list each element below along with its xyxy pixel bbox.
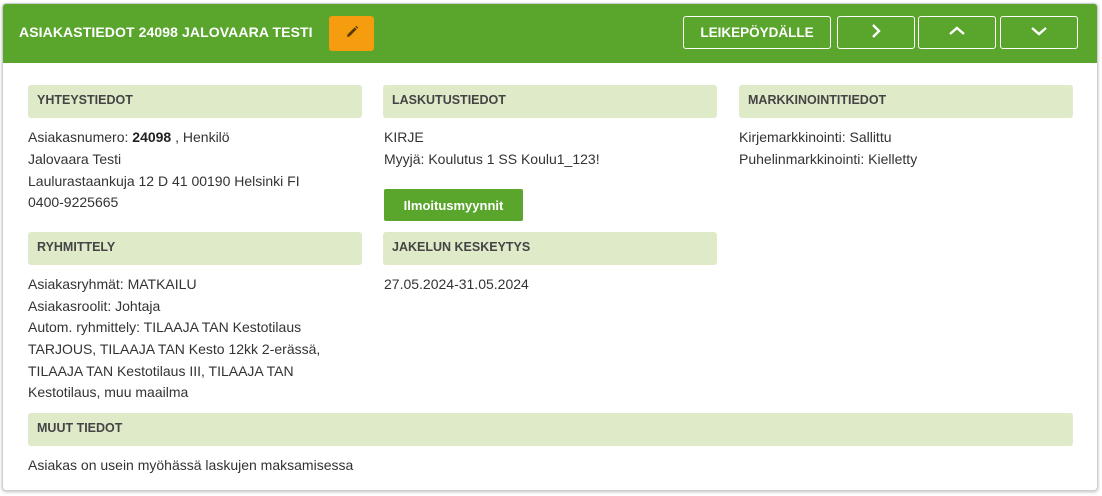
- billing-seller: Myyjä: Koulutus 1 SS Koulu1_123!: [384, 151, 600, 167]
- delivery-pause-section-heading: JAKELUN KESKEYTYS: [383, 232, 717, 265]
- panel-title: ASIAKASTIEDOT 24098 JALOVAARA TESTI: [19, 24, 313, 40]
- chevron-up-icon: [948, 25, 966, 40]
- copy-to-clipboard-button[interactable]: LEIKEPÖYDÄLLE: [683, 16, 831, 49]
- customer-number: 24098: [132, 129, 172, 145]
- customer-info-panel: ASIAKASTIEDOT 24098 JALOVAARA TESTI LEIK…: [2, 3, 1098, 491]
- chevron-right-icon: [869, 23, 883, 42]
- ad-sales-button[interactable]: Ilmoitusmyynnit: [384, 189, 523, 221]
- pencil-icon: [345, 25, 359, 42]
- customer-type: , Henkilö: [175, 129, 230, 145]
- other-info-section-heading: MUUT TIEDOT: [28, 413, 1073, 446]
- collapse-up-button[interactable]: [918, 16, 996, 49]
- marketing-section-heading: MARKKINOINTITIEDOT: [739, 85, 1073, 118]
- customer-phone: 0400-9225665: [28, 194, 119, 210]
- customer-number-label: Asiakasnumero:: [28, 129, 129, 145]
- copy-to-clipboard-label: LEIKEPÖYDÄLLE: [700, 25, 814, 40]
- edit-button[interactable]: [329, 16, 374, 51]
- billing-section-heading: LASKUTUSTIEDOT: [383, 85, 717, 118]
- billing-method: KIRJE: [384, 129, 424, 145]
- phone-marketing: Puhelinmarkkinointi: Kielletty: [739, 151, 918, 167]
- contact-section-heading: YHTEYSTIEDOT: [28, 85, 362, 118]
- customer-roles: Asiakasroolit: Johtaja: [28, 298, 161, 314]
- panel-header: ASIAKASTIEDOT 24098 JALOVAARA TESTI LEIK…: [3, 4, 1097, 63]
- delivery-pause-period: 27.05.2024-31.05.2024: [384, 276, 529, 292]
- customer-address: Laulurastaankuja 12 D 41 00190 Helsinki …: [28, 173, 300, 189]
- chevron-down-icon: [1030, 25, 1048, 40]
- other-info-note: Asiakas on usein myöhässä laskujen maksa…: [28, 457, 354, 473]
- auto-grouping: Autom. ryhmittely: TILAAJA TAN Kestotila…: [28, 319, 321, 401]
- customer-name: Jalovaara Testi: [28, 151, 122, 167]
- letter-marketing: Kirjemarkkinointi: Sallittu: [739, 129, 892, 145]
- next-button[interactable]: [837, 16, 915, 49]
- customer-number-line: Asiakasnumero: 24098 , Henkilö: [28, 127, 230, 149]
- grouping-section-heading: RYHMITTELY: [28, 232, 362, 265]
- customer-groups: Asiakasryhmät: MATKAILU: [28, 276, 197, 292]
- expand-down-button[interactable]: [1000, 16, 1078, 49]
